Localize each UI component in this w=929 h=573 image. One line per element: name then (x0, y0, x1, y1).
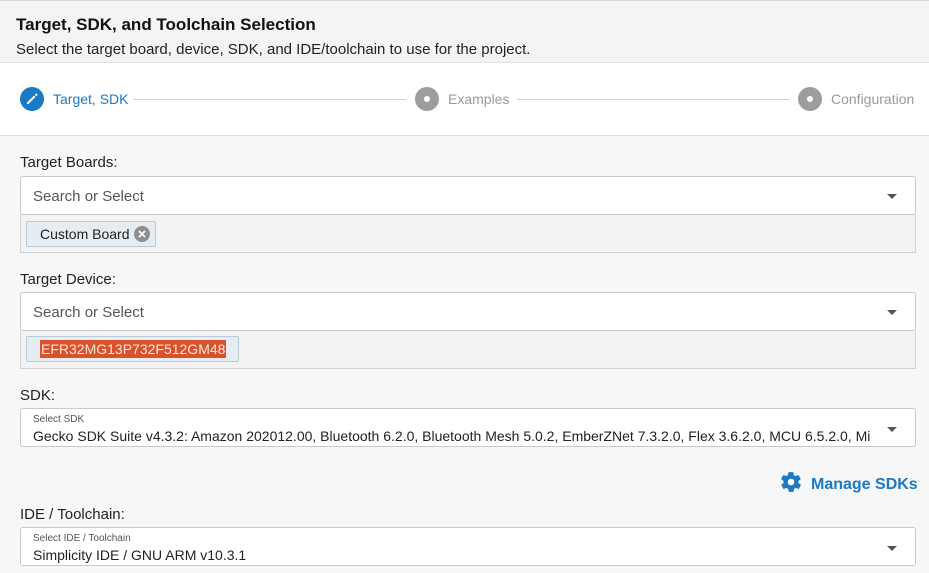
sdk-field-label: Select SDK (33, 414, 85, 425)
step-configuration[interactable]: Configuration (798, 86, 914, 112)
toolchain-value: Simplicity IDE / GNU ARM v10.3.1 (33, 547, 247, 563)
sdk-value: Gecko SDK Suite v4.3.2: Amazon 202012.00… (33, 428, 871, 444)
sdk-label: SDK: (20, 387, 56, 404)
page-title: Target, SDK, and Toolchain Selection (16, 15, 316, 34)
step-label: Configuration (831, 91, 915, 107)
target-boards-label: Target Boards: (20, 154, 118, 171)
page-subtitle: Select the target board, device, SDK, an… (16, 41, 531, 58)
step-target-sdk[interactable]: Target, SDK (20, 86, 128, 112)
sdk-select[interactable]: Select SDK Gecko SDK Suite v4.3.2: Amazo… (20, 408, 916, 447)
target-boards-placeholder: Search or Select (33, 188, 144, 205)
step-connector (134, 99, 406, 100)
step-connector (517, 99, 789, 100)
pencil-icon (20, 87, 44, 111)
gear-icon (779, 470, 803, 499)
page-header: Target, SDK, and Toolchain Selection Sel… (0, 0, 929, 63)
chevron-down-icon[interactable] (887, 427, 897, 432)
step-examples[interactable]: Examples (415, 86, 509, 112)
manage-sdks-button[interactable]: Manage SDKs (779, 470, 918, 499)
chip-label: EFR32MG13P732F512GM48 (40, 340, 227, 358)
toolchain-field-label: Select IDE / Toolchain (33, 533, 131, 544)
chip-label: Custom Board (40, 226, 130, 242)
step-label: Target, SDK (53, 91, 129, 107)
dot-icon (798, 87, 822, 111)
chevron-down-icon[interactable] (887, 546, 897, 551)
target-device-select[interactable]: Search or Select (20, 292, 916, 331)
selected-board-chip: Custom Board (26, 221, 157, 247)
toolchain-select[interactable]: Select IDE / Toolchain Simplicity IDE / … (20, 527, 916, 566)
target-device-label: Target Device: (20, 271, 116, 288)
step-label: Examples (448, 91, 510, 107)
dot-icon (415, 87, 439, 111)
manage-sdks-label: Manage SDKs (811, 475, 918, 493)
target-boards-select[interactable]: Search or Select (20, 176, 916, 215)
wizard-stepper: Target, SDK Examples Configuration (0, 63, 929, 136)
target-boards-selected: Custom Board (20, 215, 916, 253)
toolchain-label: IDE / Toolchain: (20, 506, 125, 523)
target-device-placeholder: Search or Select (33, 304, 144, 321)
chevron-down-icon[interactable] (887, 194, 897, 199)
chevron-down-icon[interactable] (887, 310, 897, 315)
target-device-selected: EFR32MG13P732F512GM48 (20, 331, 916, 369)
close-icon[interactable] (134, 226, 151, 242)
selected-device-chip: EFR32MG13P732F512GM48 (26, 336, 240, 362)
